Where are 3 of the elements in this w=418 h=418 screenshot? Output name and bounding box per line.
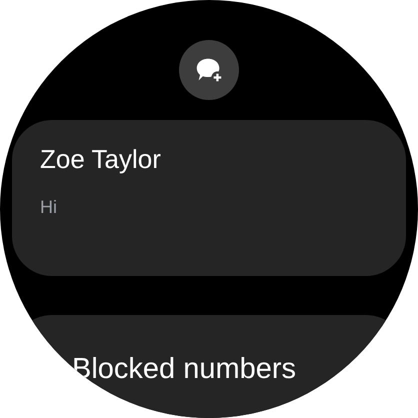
contact-name: Zoe Taylor	[40, 144, 162, 175]
conversation-card[interactable]: Zoe Taylor Hi	[12, 120, 406, 276]
message-preview: Hi	[40, 197, 58, 218]
